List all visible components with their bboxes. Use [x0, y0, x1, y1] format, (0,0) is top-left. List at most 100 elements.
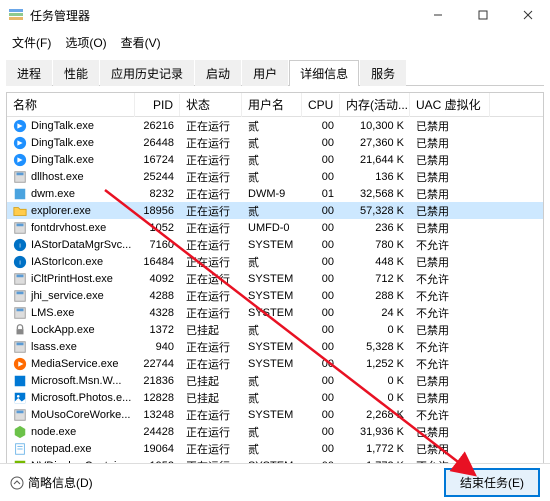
process-user: 贰 [242, 441, 302, 457]
process-cpu: 00 [302, 392, 340, 404]
process-uac: 已禁用 [410, 220, 490, 236]
fewer-details-button[interactable]: 简略信息(D) [10, 474, 93, 491]
process-cpu: 00 [302, 171, 340, 183]
process-mem: 136 K [340, 171, 410, 183]
minimize-button[interactable] [415, 0, 460, 30]
tab-2[interactable]: 应用历史记录 [100, 60, 194, 86]
process-name: fontdrvhost.exe [31, 222, 106, 234]
table-row[interactable]: DingTalk.exe26216正在运行贰0010,300 K已禁用 [7, 117, 543, 134]
table-row[interactable]: Microsoft.Msn.W...21836已挂起贰000 K已禁用 [7, 372, 543, 389]
table-row[interactable]: iIAStorIcon.exe16484正在运行贰00448 K已禁用 [7, 253, 543, 270]
process-name: MoUsoCoreWorke... [31, 409, 130, 421]
table-row[interactable]: iCltPrintHost.exe4092正在运行SYSTEM00712 K不允… [7, 270, 543, 287]
process-icon [13, 170, 27, 184]
fewer-details-label: 简略信息(D) [28, 474, 93, 491]
window-controls [415, 0, 550, 30]
process-icon [13, 425, 27, 439]
process-icon [13, 374, 27, 388]
process-icon [13, 119, 27, 133]
process-uac: 已禁用 [410, 254, 490, 270]
maximize-button[interactable] [460, 0, 505, 30]
table-row[interactable]: fontdrvhost.exe1052正在运行UMFD-000236 K已禁用 [7, 219, 543, 236]
process-icon [13, 289, 27, 303]
process-mem: 2,268 K [340, 409, 410, 421]
tab-5[interactable]: 详细信息 [289, 60, 359, 86]
table-row[interactable]: lsass.exe940正在运行SYSTEM005,328 K不允许 [7, 338, 543, 355]
menu-options[interactable]: 选项(O) [59, 32, 112, 53]
table-row[interactable]: node.exe24428正在运行贰0031,936 K已禁用 [7, 423, 543, 440]
process-uac: 已禁用 [410, 373, 490, 389]
process-mem: 0 K [340, 375, 410, 387]
table-row[interactable]: Microsoft.Photos.e...12828已挂起贰000 K已禁用 [7, 389, 543, 406]
table-row[interactable]: DingTalk.exe26448正在运行贰0027,360 K已禁用 [7, 134, 543, 151]
close-button[interactable] [505, 0, 550, 30]
process-pid: 26216 [135, 120, 180, 132]
table-row[interactable]: LMS.exe4328正在运行SYSTEM0024 K不允许 [7, 304, 543, 321]
process-status: 正在运行 [180, 305, 242, 321]
chevron-up-circle-icon [10, 476, 24, 490]
process-mem: 448 K [340, 256, 410, 268]
process-status: 正在运行 [180, 271, 242, 287]
col-cpu[interactable]: CPU [302, 94, 340, 116]
process-uac: 不允许 [410, 356, 490, 372]
process-uac: 不允许 [410, 288, 490, 304]
process-uac: 已禁用 [410, 152, 490, 168]
table-row[interactable]: explorer.exe18956正在运行贰0057,328 K已禁用 [7, 202, 543, 219]
end-task-button[interactable]: 结束任务(E) [444, 468, 540, 497]
process-user: 贰 [242, 322, 302, 338]
process-name: DingTalk.exe [31, 137, 94, 149]
tab-4[interactable]: 用户 [242, 60, 288, 86]
process-status: 正在运行 [180, 407, 242, 423]
menu-view[interactable]: 查看(V) [115, 32, 167, 53]
table-row[interactable]: dllhost.exe25244正在运行贰00136 K已禁用 [7, 168, 543, 185]
process-icon [13, 408, 27, 422]
tab-3[interactable]: 启动 [195, 60, 241, 86]
process-pid: 25244 [135, 171, 180, 183]
table-row[interactable]: MediaService.exe22744正在运行SYSTEM001,252 K… [7, 355, 543, 372]
col-user[interactable]: 用户名 [242, 92, 302, 117]
tab-0[interactable]: 进程 [6, 60, 52, 86]
table-row[interactable]: MoUsoCoreWorke...13248正在运行SYSTEM002,268 … [7, 406, 543, 423]
process-user: SYSTEM [242, 358, 302, 370]
svg-text:i: i [19, 259, 20, 266]
process-icon [13, 272, 27, 286]
process-uac: 已禁用 [410, 441, 490, 457]
process-icon [13, 187, 27, 201]
table-row[interactable]: iIAStorDataMgrSvc...7160正在运行SYSTEM00780 … [7, 236, 543, 253]
process-status: 正在运行 [180, 186, 242, 202]
col-mem[interactable]: 内存(活动... [340, 92, 410, 117]
process-icon [13, 204, 27, 218]
table-row[interactable]: dwm.exe8232正在运行DWM-90132,568 K已禁用 [7, 185, 543, 202]
menu-file[interactable]: 文件(F) [6, 32, 57, 53]
process-icon [13, 340, 27, 354]
process-icon [13, 221, 27, 235]
process-mem: 21,644 K [340, 154, 410, 166]
app-icon [8, 7, 24, 23]
process-status: 正在运行 [180, 135, 242, 151]
process-mem: 780 K [340, 239, 410, 251]
process-mem: 5,328 K [340, 341, 410, 353]
process-cpu: 00 [302, 443, 340, 455]
process-user: 贰 [242, 424, 302, 440]
table-row[interactable]: DingTalk.exe16724正在运行贰0021,644 K已禁用 [7, 151, 543, 168]
titlebar: 任务管理器 [0, 0, 550, 30]
process-mem: 27,360 K [340, 137, 410, 149]
tab-1[interactable]: 性能 [53, 60, 99, 86]
col-name[interactable]: 名称 [7, 92, 135, 117]
tab-bar: 进程性能应用历史记录启动用户详细信息服务 [6, 59, 544, 86]
process-pid: 16484 [135, 256, 180, 268]
process-pid: 16724 [135, 154, 180, 166]
process-pid: 4328 [135, 307, 180, 319]
table-row[interactable]: LockApp.exe1372已挂起贰000 K已禁用 [7, 321, 543, 338]
process-cpu: 00 [302, 205, 340, 217]
process-table: 名称 PID 状态 用户名 CPU 内存(活动... UAC 虚拟化 DingT… [6, 92, 544, 467]
col-uac[interactable]: UAC 虚拟化 [410, 92, 490, 117]
col-status[interactable]: 状态 [180, 92, 242, 117]
process-cpu: 00 [302, 324, 340, 336]
process-cpu: 01 [302, 188, 340, 200]
process-mem: 288 K [340, 290, 410, 302]
table-row[interactable]: jhi_service.exe4288正在运行SYSTEM00288 K不允许 [7, 287, 543, 304]
table-row[interactable]: notepad.exe19064正在运行贰001,772 K已禁用 [7, 440, 543, 457]
tab-6[interactable]: 服务 [360, 60, 406, 86]
col-pid[interactable]: PID [135, 94, 180, 116]
